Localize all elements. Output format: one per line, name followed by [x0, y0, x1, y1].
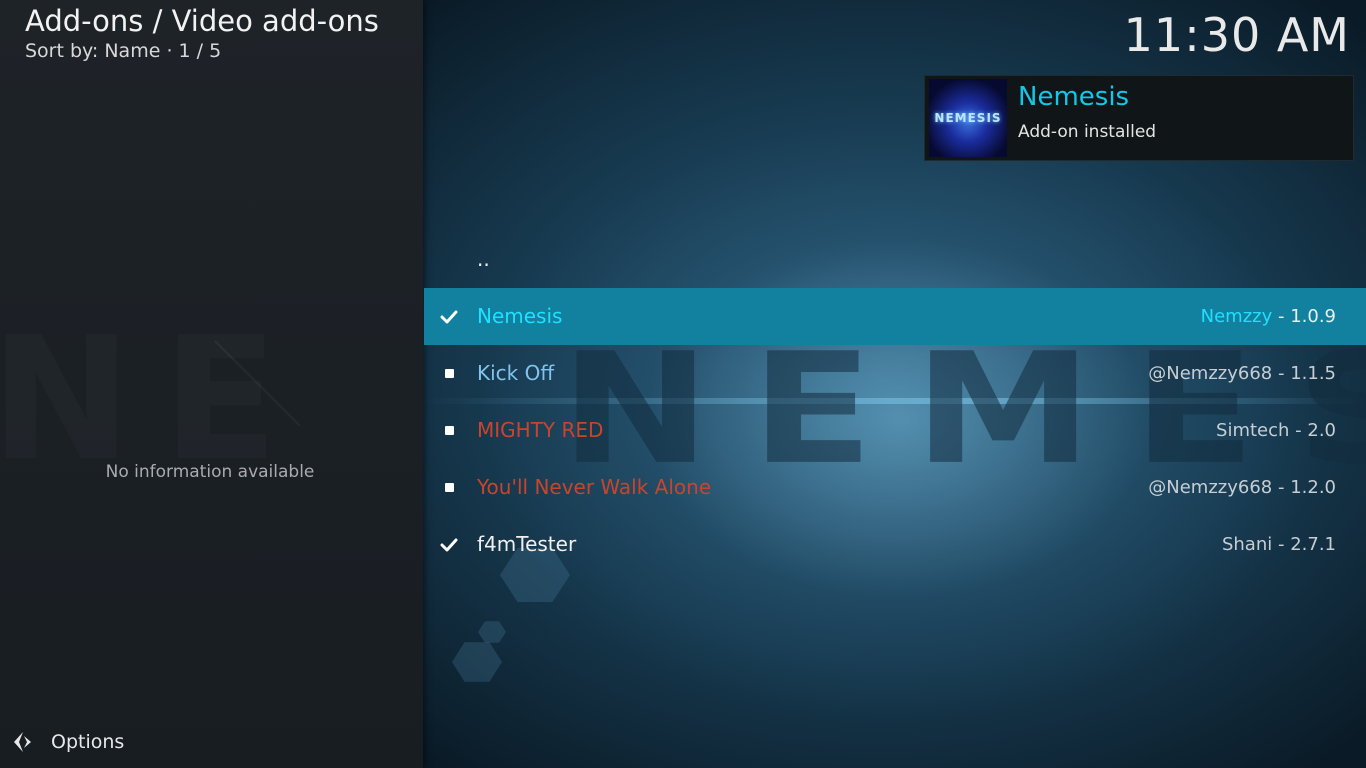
options-button[interactable]: Options	[10, 726, 124, 758]
addon-version: - 2.7.1	[1272, 534, 1336, 555]
clock: 11:30 AM	[1123, 8, 1350, 62]
addon-author-version: @Nemzzy668 - 1.2.0	[1148, 459, 1336, 516]
addon-name: Kick Off	[477, 361, 555, 385]
addon-name: f4mTester	[477, 532, 577, 556]
kodi-window: NEMESIS NE Add-ons / Video add-ons Sort …	[0, 0, 1366, 768]
addon-name: You'll Never Walk Alone	[477, 475, 712, 499]
addon-author: Simtech	[1216, 420, 1290, 441]
addon-author: @Nemzzy668	[1148, 363, 1273, 384]
options-icon	[10, 729, 36, 755]
list-item-parent[interactable]: ..	[424, 231, 1366, 288]
addon-author: Nemzzy	[1200, 306, 1273, 327]
addon-author-version: Nemzzy - 1.0.9	[1201, 288, 1336, 345]
addon-version: - 2.0	[1289, 420, 1336, 441]
addon-author-version: @Nemzzy668 - 1.1.5	[1148, 345, 1336, 402]
bullet-icon	[438, 345, 460, 402]
notification-subtitle: Add-on installed	[1018, 122, 1157, 142]
page-title: Add-ons / Video add-ons	[25, 4, 379, 38]
list-item[interactable]: Kick Off @Nemzzy668 - 1.1.5	[424, 345, 1366, 402]
addon-name: Nemesis	[477, 304, 563, 328]
info-panel: NE Add-ons / Video add-ons Sort by: Name…	[0, 0, 423, 768]
addon-version: - 1.2.0	[1272, 477, 1336, 498]
addon-thumbnail-logo: NEMESIS	[934, 111, 1002, 125]
list-item[interactable]: f4mTester Shani - 2.7.1	[424, 516, 1366, 573]
addon-name: MIGHTY RED	[477, 418, 604, 442]
addon-thumbnail: NEMESIS	[929, 79, 1007, 157]
list-item[interactable]: MIGHTY RED Simtech - 2.0	[424, 402, 1366, 459]
background-hexagon	[478, 621, 506, 643]
notification-toast[interactable]: NEMESIS Nemesis Add-on installed	[924, 75, 1354, 161]
addon-author: Shani	[1221, 534, 1273, 555]
addon-version: - 1.0.9	[1272, 306, 1336, 327]
addon-list: .. Nemesis Nemzzy - 1.0.9 Kick Off @Nemzzy6…	[424, 231, 1366, 573]
bullet-icon	[438, 459, 460, 516]
list-item[interactable]: You'll Never Walk Alone @Nemzzy668 - 1.2.…	[424, 459, 1366, 516]
addon-author-version: Simtech - 2.0	[1216, 402, 1336, 459]
checkmark-icon	[438, 516, 460, 573]
bullet-icon	[438, 402, 460, 459]
list-item[interactable]: Nemesis Nemzzy - 1.0.9	[424, 288, 1366, 345]
parent-folder-label: ..	[477, 247, 490, 271]
addon-author-version: Shani - 2.7.1	[1222, 516, 1336, 573]
no-info-message: No information available	[105, 462, 315, 482]
checkmark-icon	[438, 288, 460, 345]
notification-title: Nemesis	[1018, 82, 1130, 112]
sort-info: Sort by: Name · 1 / 5	[25, 40, 222, 62]
addon-author: @Nemzzy668	[1148, 477, 1273, 498]
addon-version: - 1.1.5	[1272, 363, 1336, 384]
options-label: Options	[51, 731, 125, 753]
info-panel-watermark: NE	[0, 315, 308, 485]
background-hexagon	[452, 642, 502, 682]
